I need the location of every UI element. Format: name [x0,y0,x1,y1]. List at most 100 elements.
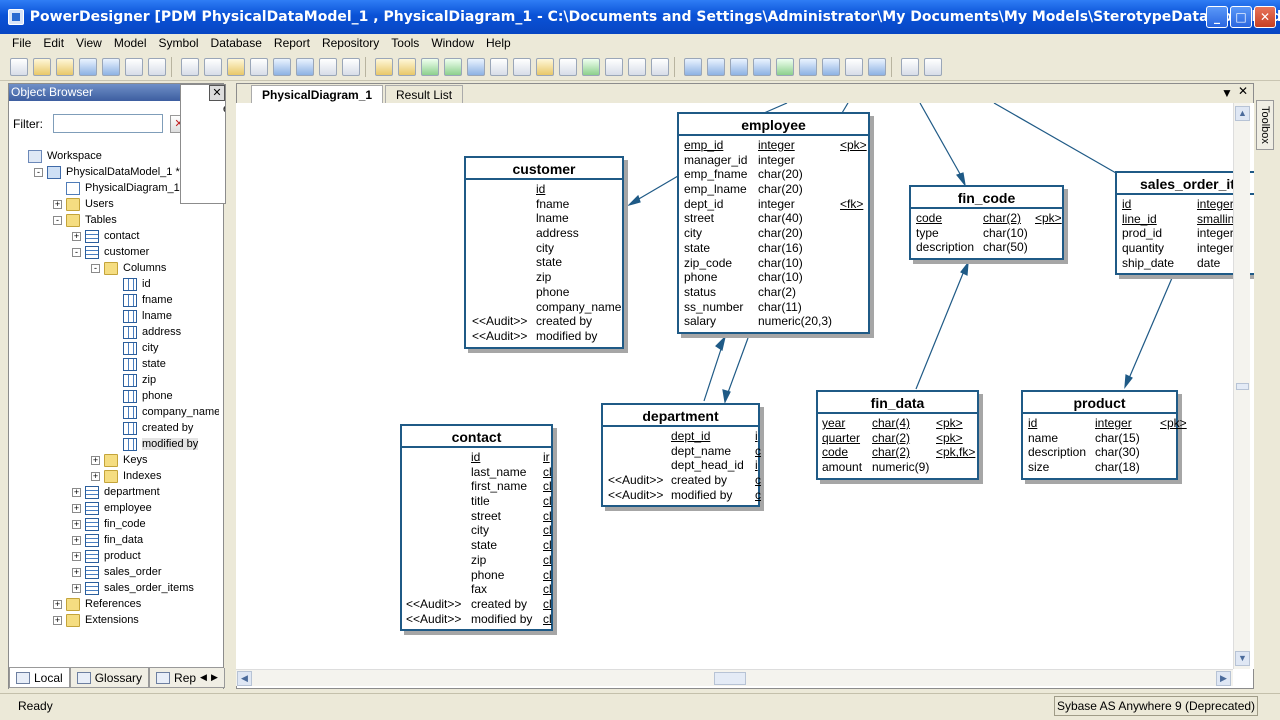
tab-scroll-left-icon[interactable]: ◀ [200,672,207,683]
entity-column-row[interactable]: code char(2) <pk> [911,211,1062,226]
tree-node[interactable]: phone [123,388,173,404]
entity-customer[interactable]: customer id fname lname address city state zip p… [464,156,624,349]
expand-icon[interactable]: + [53,599,62,609]
menu-edit[interactable]: Edit [37,36,70,50]
tree-node[interactable]: - Tables [53,212,117,228]
expand-icon[interactable]: + [53,199,62,209]
entity-column-row[interactable]: city cl [402,523,552,538]
entity-column-row[interactable]: code char(2) <pk,fk> [818,445,977,460]
zoom-out-icon[interactable] [707,57,725,76]
diagram-canvas[interactable]: customer id fname lname address city state zip p… [236,103,1254,669]
reference-line[interactable] [915,265,967,390]
view-icon[interactable] [799,57,817,76]
entity-column-row[interactable]: dept_head_id i [603,458,758,473]
horizontal-scroll-thumb[interactable] [714,672,746,685]
check-model-icon[interactable] [421,57,439,76]
reference-line[interactable] [993,103,1117,174]
entity-fin_code[interactable]: fin_code code char(2) <pk> type char(10) descr… [909,185,1064,261]
tab-list-dropdown-icon[interactable]: ▼ [1221,86,1233,100]
zoom-fit-icon[interactable] [730,57,748,76]
menu-report[interactable]: Report [268,36,316,50]
entity-column-row[interactable]: zip cl [402,553,552,568]
find-icon[interactable] [342,57,360,76]
expand-icon[interactable]: + [91,471,100,481]
tree-node[interactable]: - Columns [91,260,166,276]
menu-window[interactable]: Window [425,36,480,50]
entity-column-row[interactable]: ss_number char(11) [679,300,868,315]
grid-icon[interactable] [513,57,531,76]
horizontal-scrollbar[interactable]: ◀ ▶ [236,669,1233,686]
toolbox-tab[interactable]: Toolbox [1256,100,1274,150]
entity-column-row[interactable]: <<Audit>> modified by [466,329,622,344]
tree-node[interactable]: + References [53,596,141,612]
entity-column-row[interactable]: description char(50) [911,240,1062,255]
tab-scroll-right-icon[interactable]: ▶ [211,672,218,683]
expand-icon[interactable]: + [91,455,100,465]
minimize-button[interactable]: _ [1206,6,1228,28]
menu-database[interactable]: Database [205,36,268,50]
collapse-icon[interactable]: - [34,167,43,177]
tree-node[interactable]: company_name [123,404,219,420]
tree-node[interactable]: Workspace [28,148,102,164]
entity-column-row[interactable]: name char(15) [1023,431,1176,446]
entity-column-row[interactable]: id integer <pk> [1023,416,1187,431]
tab-physical-diagram[interactable]: PhysicalDiagram_1 [251,85,384,103]
entity-column-row[interactable]: state char(16) [679,241,868,256]
entity-column-row[interactable]: street char(40) [679,211,868,226]
zoom-area-icon[interactable] [822,57,840,76]
entity-column-row[interactable]: state cl [402,538,552,553]
zoom-in-icon[interactable] [684,57,702,76]
tab-glossary[interactable]: Glossary [69,668,150,688]
maximize-button[interactable]: □ [1230,6,1252,28]
entity-column-row[interactable]: city char(20) [679,226,868,241]
entity-column-row[interactable]: size char(18) [1023,460,1176,475]
tree-node[interactable]: + Extensions [53,612,139,628]
menu-view[interactable]: View [70,36,108,50]
tree-node[interactable]: + sales_order [72,564,161,580]
open-icon[interactable] [56,57,74,76]
cut-icon[interactable] [181,57,199,76]
entity-column-row[interactable]: emp_fname char(20) [679,167,868,182]
entity-column-row[interactable]: year char(4) <pk> [818,416,977,431]
menu-repository[interactable]: Repository [316,36,385,50]
entity-product[interactable]: product id integer <pk> name char(15) descript… [1021,390,1187,480]
entity-column-row[interactable]: status char(2) [679,285,868,300]
entity-column-row[interactable]: phone cl [402,568,552,583]
paste-icon[interactable] [227,57,245,76]
entity-column-row[interactable]: zip_code char(10) [679,256,868,271]
print-icon[interactable] [148,57,166,76]
package-icon[interactable] [398,57,416,76]
menu-model[interactable]: Model [108,36,153,50]
entity-column-row[interactable]: first_name cl [402,479,552,494]
tree-node[interactable]: city [123,340,159,356]
entity-column-row[interactable]: title cl [402,494,552,509]
entity-column-row[interactable]: phone [466,285,622,300]
entity-column-row[interactable]: fax cl [402,582,552,597]
entity-column-row[interactable]: lname [466,211,622,226]
folder-icon[interactable] [375,57,393,76]
tree-node[interactable]: id [123,276,151,292]
entity-column-row[interactable]: street cl [402,509,552,524]
copy-icon[interactable] [204,57,222,76]
menu-help[interactable]: Help [480,36,517,50]
entity-column-row[interactable]: city [466,241,622,256]
tree-node[interactable]: + employee [72,500,152,516]
reference-line[interactable] [1126,277,1173,384]
properties-icon[interactable] [319,57,337,76]
entity-column-row[interactable]: amount numeric(9) [818,460,977,475]
tree-node[interactable]: lname [123,308,172,324]
scroll-right-icon[interactable]: ▶ [1216,671,1231,686]
tab-result-list[interactable]: Result List [385,85,464,103]
tree-node[interactable]: fname [123,292,173,308]
entity-employee[interactable]: employee emp_id integer <pk> manager_id integ… [677,112,870,334]
page-icon[interactable] [753,57,771,76]
new-icon[interactable] [10,57,28,76]
format-icon[interactable] [605,57,623,76]
entity-column-row[interactable]: salary numeric(20,3) [679,314,868,329]
entity-column-row[interactable]: description char(30) [1023,445,1176,460]
entity-column-row[interactable]: <<Audit>> created by cl [402,597,552,612]
object-tree[interactable]: Workspace - PhysicalDataModel_1 * PhysicalD… [15,148,219,656]
tree-node[interactable]: + product [72,548,141,564]
table-view-icon[interactable] [868,57,886,76]
fill-icon[interactable] [559,57,577,76]
